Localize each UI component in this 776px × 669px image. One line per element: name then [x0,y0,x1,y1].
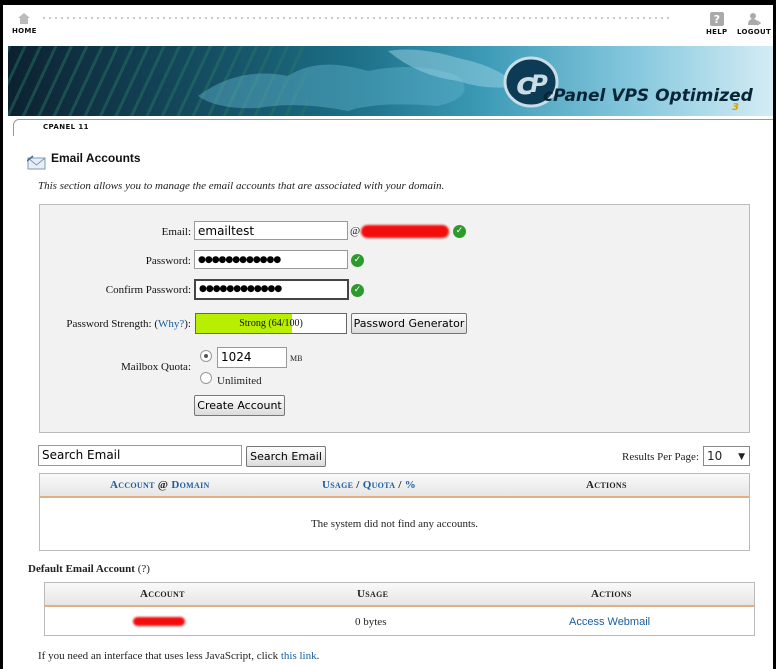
cpanel-logo-text: cPanel VPS Optimized [543,86,753,106]
quota-limited-radio[interactable] [200,350,212,362]
quota-input[interactable]: 1024 [217,347,287,368]
col-account-domain[interactable]: Account @ Domain [110,479,210,491]
footer-end: . [316,650,320,662]
default-account-table: Account Usage Actions 0 bytes Access Web… [44,582,755,636]
col-quota[interactable]: Quota [363,479,396,491]
password-generator-button[interactable]: Password Generator [351,313,467,334]
at-sign: @ [350,225,361,237]
mailbox-quota-label: Mailbox Quota: [121,361,191,373]
accounts-table-header: Account @ Domain Usage / Quota / % Actio… [40,474,749,498]
world-map-graphic [198,49,518,111]
default-col-account: Account [140,588,185,600]
strength-label: Password Strength: (Why?): [50,318,191,330]
less-javascript-link[interactable]: this link [281,650,317,662]
browser-frame: HOME ? HELP LOGOUT c P cPanel VPS Optimi… [3,5,773,669]
results-per-page-value: 10 [707,449,723,463]
help-icon: ? [709,12,724,26]
help-label: HELP [706,28,728,36]
col-slash: / [356,479,360,491]
svg-text:?: ? [713,13,720,26]
home-icon [18,13,31,24]
col-usage[interactable]: Usage [322,479,353,491]
email-field[interactable]: emailtest [194,221,348,240]
col-at: @ [157,479,169,491]
quota-unlimited-radio[interactable] [200,372,212,384]
nav-divider-dots [41,15,669,21]
page-title: Email Accounts [51,151,141,165]
strength-why-close: ): [184,318,191,330]
col-actions: Actions [586,479,627,491]
col-usage-quota[interactable]: Usage / Quota / % [322,479,416,491]
search-email-button[interactable]: Search Email [246,446,326,467]
col-slash-2: / [398,479,402,491]
home-label: HOME [12,27,37,35]
redacted-account-name [133,617,185,626]
col-account[interactable]: Account [110,479,155,491]
breadcrumb: CPANEL 11 [13,119,773,136]
access-webmail-link[interactable]: Access Webmail [569,616,650,628]
top-nav: HOME ? HELP LOGOUT [3,5,773,45]
page-description: This section allows you to manage the em… [38,180,445,192]
footer-note: If you need an interface that uses less … [38,650,319,662]
results-per-page-label: Results Per Page: [622,451,699,463]
default-account-heading-row: Default Email Account (?) [28,563,150,575]
confirm-valid-check-icon: ✓ [351,284,364,297]
user-icon [748,13,762,26]
logout-label: LOGOUT [737,28,772,36]
quota-unit: MB [290,354,303,363]
email-label: Email: [161,226,191,238]
mail-icon [27,155,46,170]
footer-text: If you need an interface that uses less … [38,650,279,662]
chevron-down-icon: ▼ [738,452,745,462]
create-account-panel: Email: emailtest @ ✓ Password: ●●●●●●●●●… [39,204,750,433]
results-per-page-select[interactable]: 10 ▼ [703,446,750,466]
default-account-heading: Default Email Account [28,563,135,575]
default-account-help[interactable]: (?) [138,563,150,575]
strength-label-text: Password Strength: [66,318,152,330]
password-strength-meter: Strong (64/100) [195,313,347,334]
cpanel-banner: c P cPanel VPS Optimized 3 [8,46,773,116]
default-col-usage: Usage [357,588,389,600]
col-percent[interactable]: % [405,479,416,491]
default-account-table-header: Account Usage Actions [45,583,754,607]
col-domain[interactable]: Domain [171,479,209,491]
empty-accounts-message: The system did not find any accounts. [310,518,479,530]
password-label: Password: [145,255,191,267]
unlimited-label: Unlimited [217,375,262,387]
redacted-domain [361,225,449,238]
help-nav[interactable]: ? HELP [706,12,727,36]
strength-why-link[interactable]: Why? [158,318,184,330]
password-field[interactable]: ●●●●●●●●●●●● [194,250,348,269]
home-nav[interactable]: HOME [12,12,37,35]
search-input[interactable]: Search Email [38,445,242,466]
logout-nav[interactable]: LOGOUT [737,12,771,36]
create-account-button[interactable]: Create Account [194,395,285,416]
confirm-password-field[interactable]: ●●●●●●●●●●●● [194,279,349,300]
email-accounts-table: Account @ Domain Usage / Quota / % Actio… [39,473,750,551]
breadcrumb-cpanel[interactable]: CPANEL 11 [40,123,92,131]
confirm-password-label: Confirm Password: [105,284,191,296]
default-col-actions: Actions [591,588,632,600]
default-usage-value: 0 bytes [355,616,387,628]
strength-text: Strong (64/100) [239,318,303,329]
cpanel-logo-version: 3 [732,102,739,113]
email-valid-check-icon: ✓ [453,225,466,238]
password-valid-check-icon: ✓ [351,254,364,267]
